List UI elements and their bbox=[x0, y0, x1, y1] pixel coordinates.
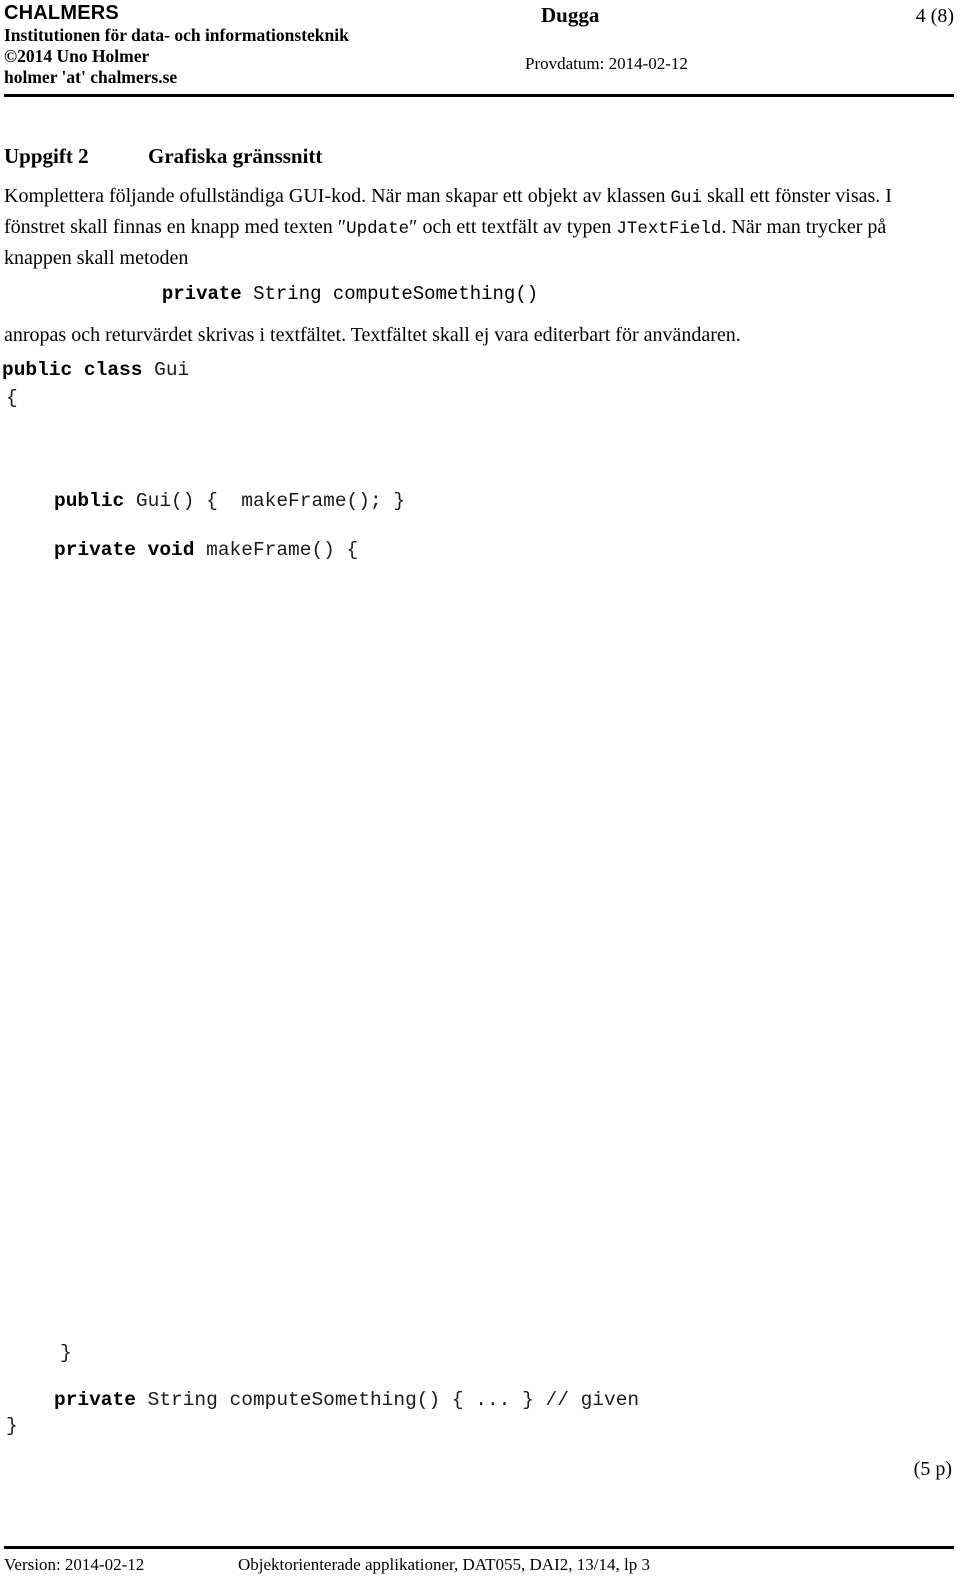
task-description: Komplettera följande ofullständiga GUI-k… bbox=[4, 182, 940, 273]
inline-code-jtextfield: JTextField bbox=[616, 219, 722, 239]
code-line-open-brace: { bbox=[6, 387, 18, 409]
task-paragraph-2: anropas och returvärdet skrivas i textfä… bbox=[4, 321, 940, 350]
quote-open: ″ bbox=[337, 216, 347, 238]
footer-course: Objektorienterade applikationer, DAT055,… bbox=[238, 1555, 650, 1574]
inline-code-update: Update bbox=[346, 219, 410, 239]
signature-keyword: private bbox=[161, 283, 242, 305]
code-keyword-private-void: private void bbox=[54, 539, 195, 561]
exam-date: Provdatum: 2014-02-12 bbox=[525, 54, 688, 73]
code-computesomething-body: String computeSomething() { ... } // giv… bbox=[135, 1389, 640, 1411]
header-divider bbox=[4, 94, 954, 97]
task-number: Uppgift 2 bbox=[4, 144, 89, 168]
code-line-class-declaration: public class Gui bbox=[2, 357, 189, 383]
inline-code-gui: Gui bbox=[670, 188, 702, 208]
task-points: (5 p) bbox=[913, 1458, 952, 1480]
document-title: Dugga bbox=[541, 3, 600, 27]
task-heading: Uppgift 2 Grafiska gränssnitt bbox=[4, 144, 954, 169]
task-title: Grafiska gränssnitt bbox=[148, 144, 323, 168]
code-line-makeframe: private void makeFrame() { bbox=[54, 537, 358, 563]
department-name: Institutionen för data- och informations… bbox=[4, 25, 349, 45]
code-keyword-public-class: public class bbox=[2, 359, 143, 381]
paragraph-2-text: anropas och returvärdet skrivas i textfä… bbox=[4, 324, 741, 346]
page-header: CHALMERS Institutionen för data- och inf… bbox=[0, 0, 960, 97]
code-keyword-private: private bbox=[54, 1389, 136, 1411]
code-keyword-public: public bbox=[54, 490, 125, 512]
code-listing: public class Gui { public Gui() { makeFr… bbox=[0, 357, 900, 1437]
page-number: 4 (8) bbox=[915, 5, 954, 27]
exam-page: CHALMERS Institutionen för data- och inf… bbox=[0, 0, 960, 1582]
paragraph-text-c: och ett textfält av typen bbox=[417, 216, 617, 238]
signature-rest: String computeSomething() bbox=[241, 283, 539, 305]
paragraph-text-a: Komplettera följande ofullständiga GUI-k… bbox=[4, 185, 671, 207]
code-line-close-brace-inner: } bbox=[60, 1342, 72, 1364]
copyright-line: ©2014 Uno Holmer bbox=[4, 46, 150, 66]
code-makeframe-signature: makeFrame() { bbox=[194, 539, 359, 561]
organization-name: CHALMERS bbox=[4, 2, 119, 24]
header-left-block: CHALMERS Institutionen för data- och inf… bbox=[4, 2, 524, 88]
footer-divider bbox=[4, 1546, 954, 1549]
code-line-computesomething: private String computeSomething() { ... … bbox=[54, 1387, 639, 1413]
code-class-name: Gui bbox=[142, 359, 190, 381]
quote-close: ″ bbox=[409, 216, 418, 238]
footer-version: Version: 2014-02-12 bbox=[4, 1555, 145, 1574]
method-signature: private String computeSomething() bbox=[0, 281, 700, 307]
author-email: holmer 'at' chalmers.se bbox=[4, 67, 178, 87]
task-paragraph-1: Komplettera följande ofullständiga GUI-k… bbox=[4, 182, 940, 273]
code-line-close-brace-outer: } bbox=[6, 1415, 18, 1437]
code-constructor-body: Gui() { makeFrame(); } bbox=[124, 490, 406, 512]
code-line-constructor: public Gui() { makeFrame(); } bbox=[54, 488, 405, 514]
